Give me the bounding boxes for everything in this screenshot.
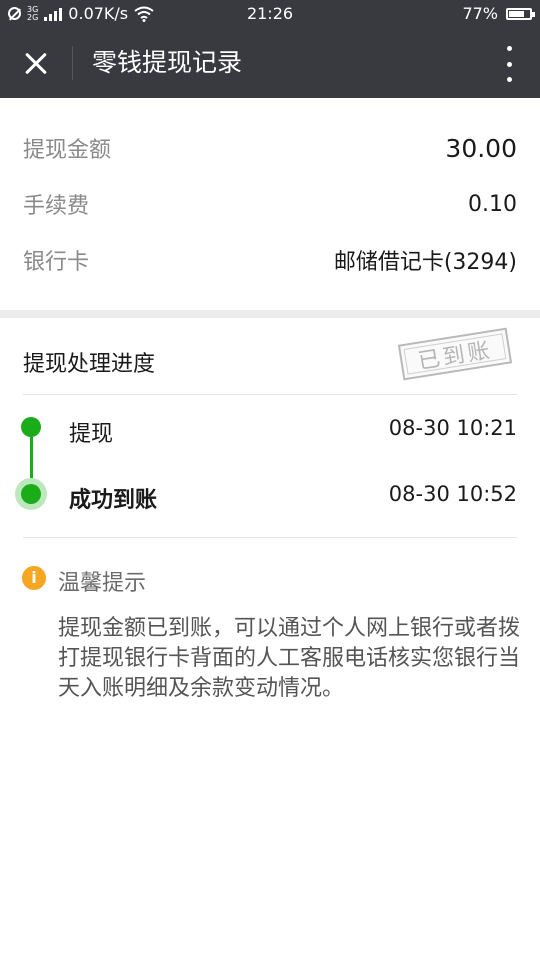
tips-title: 温馨提示: [58, 571, 147, 596]
status-bar: 3G 2G 0.07K/s 21:26 77%: [0, 0, 540, 28]
card-row: 银行卡 邮储借记卡(3294): [23, 240, 517, 280]
amount-label: 提现金额: [23, 138, 112, 163]
step-label: 成功到账: [69, 488, 158, 513]
status-time: 21:26: [246, 4, 294, 23]
nav-divider: [72, 46, 73, 80]
amount-value: 30.00: [445, 133, 517, 163]
received-stamp: 已到账: [397, 327, 513, 381]
fee-row: 手续费 0.10: [23, 184, 517, 224]
battery-icon: [506, 7, 535, 20]
tips-body: 提现金额已到账，可以通过个人网上银行或者拨打提现银行卡背面的人工客服电话核实您银…: [58, 616, 521, 701]
fee-value: 0.10: [468, 191, 517, 217]
nav-bar: 零钱提现记录: [0, 28, 540, 98]
more-vertical-icon[interactable]: [498, 46, 520, 82]
close-icon[interactable]: [14, 42, 58, 86]
progress-divider: [23, 394, 517, 395]
stamp-text: 已到账: [416, 338, 495, 375]
card-label: 银行卡: [23, 250, 90, 275]
page-title: 零钱提现记录: [92, 48, 243, 77]
battery-level: [509, 10, 525, 17]
withdraw-details: 提现金额 30.00 手续费 0.10 银行卡 邮储借记卡(3294): [0, 98, 540, 310]
step-time: 08-30 10:21: [388, 416, 517, 440]
progress-title: 提现处理进度: [23, 352, 156, 377]
status-bar-right: 77%: [462, 4, 535, 23]
tips-divider: [23, 537, 517, 538]
step-label: 提现: [69, 422, 114, 447]
info-icon: i: [22, 566, 46, 590]
timeline-dot-active: [21, 484, 41, 504]
step-time: 08-30 10:52: [388, 482, 517, 506]
fee-label: 手续费: [23, 194, 90, 219]
section-divider: [0, 310, 540, 318]
amount-row: 提现金额 30.00: [23, 128, 517, 168]
timeline-dot: [21, 417, 41, 437]
card-value: 邮储借记卡(3294): [333, 250, 517, 275]
battery-percent: 77%: [462, 4, 498, 23]
